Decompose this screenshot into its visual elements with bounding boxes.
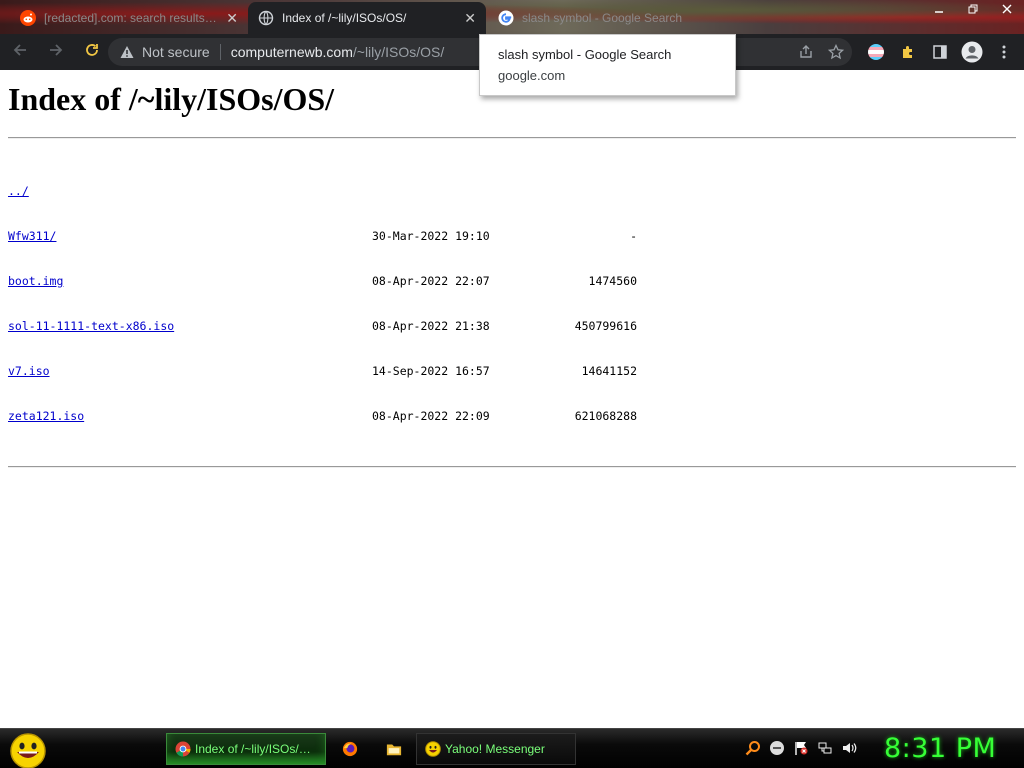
- listing-row: sol-11-1111-text-x86.iso 08-Apr-2022 21:…: [8, 319, 1016, 334]
- hover-card-domain: google.com: [498, 68, 566, 83]
- reload-icon: [84, 42, 100, 63]
- tab-hover-card: slash symbol - Google Search google.com: [479, 34, 736, 96]
- entry-link-wfw311[interactable]: Wfw311/: [8, 229, 56, 243]
- listing-row: zeta121.iso 08-Apr-2022 22:09 621068288: [8, 409, 1016, 424]
- close-icon[interactable]: ✕: [226, 10, 238, 27]
- messenger-status-icon[interactable]: [768, 739, 786, 757]
- hover-card-title: slash symbol - Google Search: [498, 47, 672, 62]
- reddit-icon: [20, 10, 36, 26]
- chrome-icon: [175, 741, 191, 757]
- entry-size: 1474560: [588, 274, 637, 288]
- tab-label: slash symbol - Google Search: [522, 11, 683, 25]
- restore-icon[interactable]: [956, 0, 990, 18]
- tab-label: Index of /~lily/ISOs/OS/: [282, 11, 407, 25]
- taskbar-clock[interactable]: 8:31 PM: [884, 731, 1014, 767]
- firefox-icon: [342, 741, 358, 757]
- entry-link-v7-iso[interactable]: v7.iso: [8, 364, 50, 378]
- forward-arrow-icon: [48, 42, 64, 63]
- tab-search-results[interactable]: [redacted].com: search results - Pro ✕: [10, 2, 248, 34]
- yahoo-smiley-icon: [425, 741, 441, 757]
- volume-icon[interactable]: [840, 739, 858, 757]
- network-icon[interactable]: [816, 739, 834, 757]
- google-icon: [498, 10, 514, 26]
- taskbar-firefox[interactable]: [336, 733, 364, 765]
- back-arrow-icon: [12, 42, 28, 63]
- divider: [8, 466, 1016, 468]
- entry-size: 14641152: [581, 364, 637, 378]
- omnibox-actions: [798, 43, 845, 63]
- toolbar-right: [860, 36, 1020, 68]
- profile-flag-icon[interactable]: [860, 36, 892, 68]
- taskbar-chrome-label: Index of /~lily/ISOs/O...: [195, 742, 317, 756]
- taskbar-file-explorer[interactable]: [380, 733, 408, 765]
- url-domain: computernewb.com: [230, 44, 353, 60]
- parent-directory-link[interactable]: ../: [8, 184, 372, 199]
- close-icon[interactable]: ✕: [464, 10, 476, 27]
- system-tray: [744, 739, 858, 757]
- address-divider: [219, 44, 221, 60]
- entry-size: -: [630, 229, 637, 243]
- action-center-flag-icon[interactable]: [792, 739, 810, 757]
- entry-date: 30-Mar-2022 19:10: [372, 229, 490, 243]
- reload-button[interactable]: [76, 36, 108, 68]
- extensions-puzzle-icon[interactable]: [892, 36, 924, 68]
- tab-google-search[interactable]: slash symbol - Google Search: [488, 2, 726, 34]
- kebab-menu-icon[interactable]: [988, 36, 1020, 68]
- listing-row: v7.iso 14-Sep-2022 16:57 14641152: [8, 364, 1016, 379]
- folder-icon: [386, 741, 402, 757]
- minimize-icon[interactable]: [922, 0, 956, 18]
- listing-row: boot.img 08-Apr-2022 22:07 1474560: [8, 274, 1016, 289]
- url-path: /~lily/ISOs/OS/: [352, 44, 445, 60]
- entry-link-boot-img[interactable]: boot.img: [8, 274, 63, 288]
- tab-strip: [redacted].com: search results - Pro ✕ I…: [0, 0, 1024, 34]
- listing-row: Wfw311/ 30-Mar-2022 19:10 -: [8, 229, 1016, 244]
- entry-date: 08-Apr-2022 21:38: [372, 319, 490, 333]
- back-button[interactable]: [4, 36, 36, 68]
- tab-index-of[interactable]: Index of /~lily/ISOs/OS/ ✕: [248, 2, 486, 34]
- close-window-icon[interactable]: [990, 0, 1024, 18]
- entry-date: 14-Sep-2022 16:57: [372, 364, 490, 378]
- taskbar-chrome-window[interactable]: Index of /~lily/ISOs/O...: [166, 733, 326, 765]
- smiley-start-icon: [10, 733, 46, 768]
- globe-icon: [258, 10, 274, 26]
- start-button[interactable]: [8, 731, 48, 768]
- entry-link-sol-iso[interactable]: sol-11-1111-text-x86.iso: [8, 319, 174, 333]
- taskbar-yahoo-label: Yahoo! Messenger: [445, 742, 545, 756]
- side-panel-icon[interactable]: [924, 36, 956, 68]
- directory-listing: ../ Wfw311/ 30-Mar-2022 19:10 - boot.img…: [8, 154, 1016, 454]
- tab-label: [redacted].com: search results - Pro: [44, 11, 219, 25]
- share-icon[interactable]: [798, 44, 814, 63]
- parent-row: ../: [8, 184, 1016, 199]
- entry-link-zeta121-iso[interactable]: zeta121.iso: [8, 409, 84, 423]
- forward-button[interactable]: [40, 36, 72, 68]
- warning-triangle-icon[interactable]: [120, 45, 134, 59]
- entry-date: 08-Apr-2022 22:07: [372, 274, 490, 288]
- taskbar-yahoo-messenger[interactable]: Yahoo! Messenger: [416, 733, 576, 765]
- entry-size: 621068288: [574, 409, 637, 423]
- security-label[interactable]: Not secure: [142, 44, 210, 60]
- entry-date: 08-Apr-2022 22:09: [372, 409, 490, 423]
- taskbar: Index of /~lily/ISOs/O... Yahoo! Messeng…: [0, 728, 1024, 768]
- bookmark-star-icon[interactable]: [827, 43, 845, 63]
- entry-size: 450799616: [574, 319, 637, 333]
- divider: [8, 137, 1016, 139]
- account-avatar-icon[interactable]: [956, 36, 988, 68]
- search-icon[interactable]: [744, 739, 762, 757]
- page-content: Index of /~lily/ISOs/OS/ ../ Wfw311/ 30-…: [0, 70, 1024, 728]
- window-controls: [922, 0, 1024, 18]
